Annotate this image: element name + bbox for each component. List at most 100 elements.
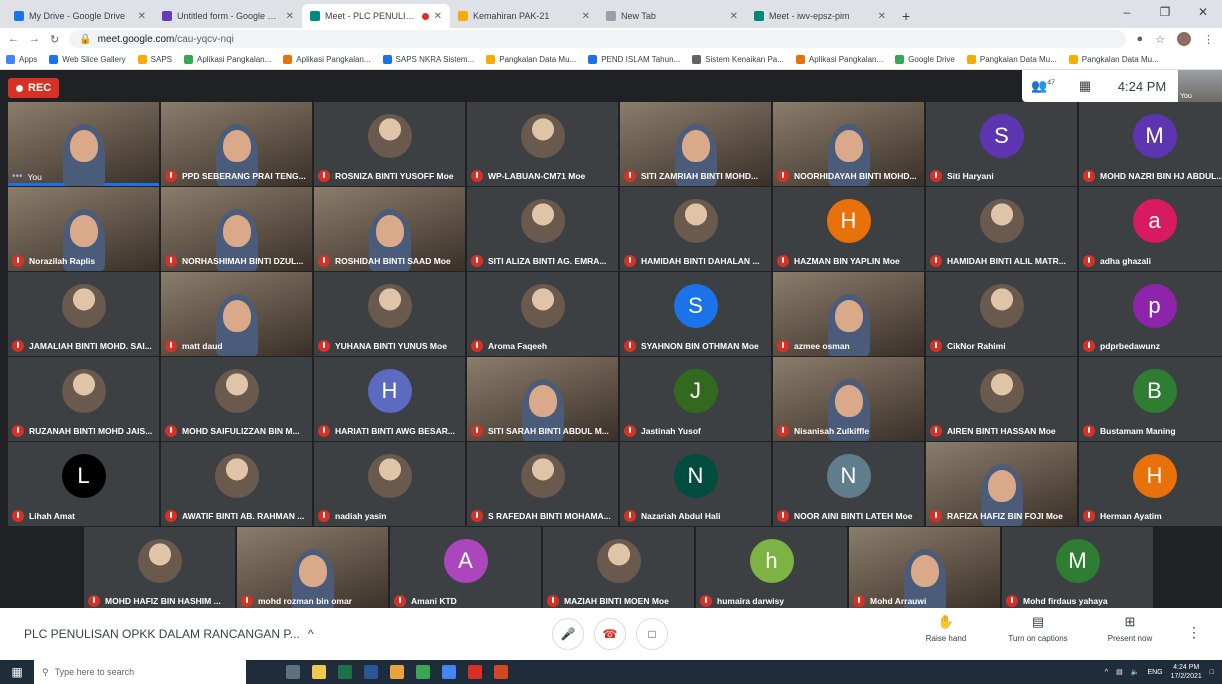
participant-tile[interactable]: L Lihah Amat <box>8 442 159 526</box>
participant-tile[interactable]: YUHANA BINTI YUNUS Moe <box>314 272 465 356</box>
participant-tile[interactable]: NORHASHIMAH BINTI DZUL... <box>161 187 312 271</box>
task-view-icon[interactable] <box>286 665 300 679</box>
bookmark-item[interactable]: Pangkalan Data Mu... <box>486 55 576 64</box>
acrobat-icon[interactable] <box>468 665 482 679</box>
language-indicator[interactable]: ENG <box>1147 669 1162 676</box>
bookmark-item[interactable]: SAPS <box>137 55 172 64</box>
participant-tile[interactable]: WP-LABUAN-CM71 Moe <box>467 102 618 186</box>
participant-tile[interactable]: ••• You <box>8 102 159 186</box>
people-button[interactable]: 👥47 <box>1022 78 1064 94</box>
participant-tile[interactable]: PPD SEBERANG PRAI TENG... <box>161 102 312 186</box>
close-tab-icon[interactable]: ✕ <box>138 11 146 22</box>
powerpoint-icon[interactable] <box>494 665 508 679</box>
network-icon[interactable]: ▤ <box>1116 668 1123 676</box>
file-explorer-icon[interactable] <box>312 665 326 679</box>
browser-tab[interactable]: Meet - iwv-epsz-pim ✕ <box>746 4 894 28</box>
address-bar[interactable]: 🔒 meet.google.com/cau-yqcv-nqi <box>69 30 1127 48</box>
participant-tile[interactable]: RUZANAH BINTI MOHD JAIS... <box>8 357 159 441</box>
participant-tile[interactable]: S RAFEDAH BINTI MOHAMA... <box>467 442 618 526</box>
new-tab-button[interactable]: + <box>894 4 918 28</box>
participant-tile[interactable]: J Jastinah Yusof <box>620 357 771 441</box>
participant-tile[interactable]: matt daud <box>161 272 312 356</box>
chrome-icon[interactable] <box>390 665 404 679</box>
profile-avatar[interactable] <box>1177 32 1191 46</box>
reload-icon[interactable]: ↻ <box>50 33 59 46</box>
participant-tile[interactable]: M MOHD NAZRI BIN HJ ABDUL... <box>1079 102 1222 186</box>
bookmark-item[interactable]: Aplikasi Pangkalan... <box>184 55 271 64</box>
participant-tile[interactable]: h humaira darwisy <box>696 527 847 611</box>
participant-tile[interactable]: Mohd Arrauwi <box>849 527 1000 611</box>
participant-tile[interactable]: S SYAHNON BIN OTHMAN Moe <box>620 272 771 356</box>
browser-tab[interactable]: Untitled form - Google Forms ✕ <box>154 4 302 28</box>
participant-tile[interactable]: ROSHIDAH BINTI SAAD Moe <box>314 187 465 271</box>
captions-button[interactable]: ▤ Turn on captions <box>992 614 1084 643</box>
participant-tile[interactable]: a adha ghazali <box>1079 187 1222 271</box>
participant-tile[interactable]: N NOOR AINI BINTI LATEH Moe <box>773 442 924 526</box>
participant-tile[interactable]: A Amani KTD <box>390 527 541 611</box>
notifications-icon[interactable]: □ <box>1210 669 1214 676</box>
bookmark-item[interactable]: Web Slice Gallery <box>49 55 126 64</box>
participant-tile[interactable]: JAMALIAH BINTI MOHD. SAI... <box>8 272 159 356</box>
taskbar-clock[interactable]: 4:24 PM 17/2/2021 <box>1171 663 1202 681</box>
app-icon[interactable] <box>442 665 456 679</box>
bookmark-item[interactable]: SAPS NKRA Sistem... <box>382 55 474 64</box>
participant-tile[interactable]: M Mohd firdaus yahaya <box>1002 527 1153 611</box>
participant-tile[interactable]: AIREN BINTI HASSAN Moe <box>926 357 1077 441</box>
participant-tile[interactable]: SITI ZAMRIAH BINTI MOHD... <box>620 102 771 186</box>
bookmark-item[interactable]: PEND ISLAM Tahun... <box>588 55 680 64</box>
bookmark-item[interactable]: Apps <box>6 55 37 64</box>
participant-tile[interactable]: SITI SARAH BINTI ABDUL M... <box>467 357 618 441</box>
participant-tile[interactable]: Nisanisah Zulkiffle <box>773 357 924 441</box>
camera-indicator-icon[interactable]: ● <box>1136 33 1143 45</box>
participant-tile[interactable]: HAMIDAH BINTI DAHALAN ... <box>620 187 771 271</box>
word-icon[interactable] <box>364 665 378 679</box>
maximize-icon[interactable]: ❐ <box>1146 0 1184 24</box>
bookmark-item[interactable]: Aplikasi Pangkalan... <box>795 55 883 64</box>
bookmark-item[interactable]: Pangkalan Data Mu... <box>966 55 1057 64</box>
start-button[interactable]: ▦ <box>0 665 34 679</box>
camera-button[interactable]: □ <box>636 618 668 650</box>
participant-tile[interactable]: H Herman Ayatim <box>1079 442 1222 526</box>
participant-tile[interactable]: CikNor Rahimi <box>926 272 1077 356</box>
present-now-button[interactable]: ⊞ Present now <box>1084 614 1176 643</box>
participant-tile[interactable]: p pdprbedawunz <box>1079 272 1222 356</box>
participant-tile[interactable]: SITI ALIZA BINTI AG. EMRA... <box>467 187 618 271</box>
close-tab-icon[interactable]: ✕ <box>730 11 738 22</box>
taskbar-search[interactable]: ⚲ Type here to search <box>34 660 246 684</box>
chat-button[interactable]: ▦ <box>1064 78 1106 94</box>
participant-tile[interactable]: RAFIZA HAFIZ BIN FOJI Moe <box>926 442 1077 526</box>
bookmark-item[interactable]: Sistem Kenaikan Pa... <box>692 55 784 64</box>
bookmark-item[interactable]: Google Drive <box>895 55 955 64</box>
chevron-up-icon[interactable]: ^ <box>1105 669 1108 676</box>
self-view-thumbnail[interactable]: You <box>1178 70 1222 102</box>
participant-tile[interactable]: mohd rozman bin omar <box>237 527 388 611</box>
microphone-button[interactable]: 🎤 <box>552 618 584 650</box>
participant-tile[interactable]: ROSNIZA BINTI YUSOFF Moe <box>314 102 465 186</box>
bookmark-item[interactable]: Pangkalan Data Mu... <box>1068 55 1159 64</box>
close-tab-icon[interactable]: ✕ <box>878 11 886 22</box>
browser-tab[interactable]: Kemahiran PAK-21 ✕ <box>450 4 598 28</box>
participant-tile[interactable]: HAMIDAH BINTI ALIL MATR... <box>926 187 1077 271</box>
participant-tile[interactable]: Aroma Faqeeh <box>467 272 618 356</box>
participant-tile[interactable]: H HARIATI BINTI AWG BESAR... <box>314 357 465 441</box>
minimize-icon[interactable]: – <box>1108 0 1146 24</box>
forward-icon[interactable]: → <box>29 33 40 45</box>
back-icon[interactable]: ← <box>8 33 19 45</box>
close-tab-icon[interactable]: ✕ <box>286 11 294 22</box>
participant-tile[interactable]: MOHD SAIFULIZZAN BIN M... <box>161 357 312 441</box>
participant-tile[interactable]: S Siti Haryani <box>926 102 1077 186</box>
participant-tile[interactable]: AWATIF BINTI AB. RAHMAN ... <box>161 442 312 526</box>
participant-tile[interactable]: nadiah yasin <box>314 442 465 526</box>
raise-hand-button[interactable]: ✋ Raise hand <box>900 614 992 643</box>
excel-icon[interactable] <box>338 665 352 679</box>
close-window-icon[interactable]: ✕ <box>1184 0 1222 24</box>
participant-tile[interactable]: N Nazariah Abdul Hali <box>620 442 771 526</box>
bookmark-item[interactable]: Aplikasi Pangkalan... <box>283 55 371 64</box>
menu-kebab-icon[interactable]: ⋮ <box>1203 33 1214 46</box>
participant-tile[interactable]: azmee osman <box>773 272 924 356</box>
close-tab-icon[interactable]: ✕ <box>582 11 590 22</box>
browser-tab[interactable]: New Tab ✕ <box>598 4 746 28</box>
participant-tile[interactable]: MAZIAH BINTI MOEN Moe <box>543 527 694 611</box>
more-options-button[interactable]: ⋮ <box>1176 624 1212 641</box>
meeting-details-button[interactable]: PLC PENULISAN OPKK DALAM RANCANGAN P... … <box>24 627 324 641</box>
